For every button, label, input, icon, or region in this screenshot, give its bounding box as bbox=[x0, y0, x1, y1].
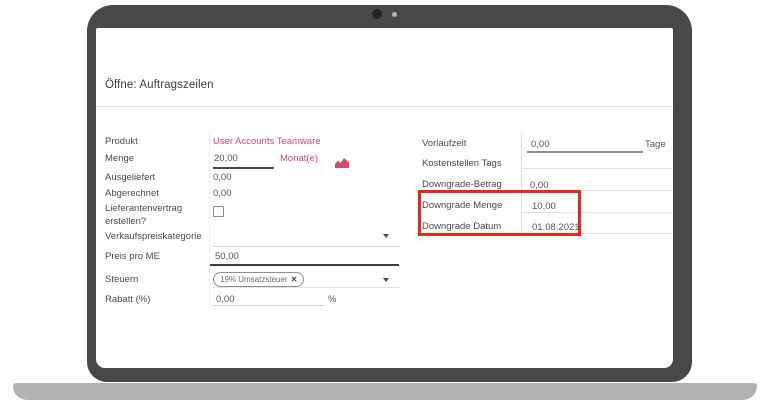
laptop-mockup: Öffne: Auftragszeilen Produkt User Accou… bbox=[0, 0, 770, 402]
webcam-led-icon bbox=[392, 12, 397, 17]
vorlaufzeit-unit: Tage bbox=[645, 139, 666, 151]
vorlaufzeit-underline bbox=[527, 151, 643, 153]
preis-pro-me-input[interactable]: 50,00 bbox=[215, 251, 239, 263]
remove-tag-icon[interactable]: ✕ bbox=[291, 276, 298, 284]
kostenstellen-tags-underline[interactable] bbox=[521, 168, 672, 169]
steuern-label: Steuern bbox=[105, 274, 207, 287]
rabatt-unit: % bbox=[328, 294, 336, 306]
ausgeliefert-value: 0,00 bbox=[213, 172, 232, 184]
steuern-caret-icon[interactable] bbox=[383, 278, 389, 282]
header-divider bbox=[96, 106, 673, 107]
verkaufspreiskategorie-caret-icon[interactable] bbox=[383, 234, 389, 238]
rabatt-underline bbox=[212, 305, 325, 306]
kostenstellen-tags-label: Kostenstellen Tags bbox=[422, 158, 524, 171]
abgerechnet-label: Abgerechnet bbox=[105, 188, 207, 201]
menge-unit-link[interactable]: Monat(e) bbox=[280, 153, 318, 165]
left-group-separator bbox=[209, 132, 210, 309]
preis-pro-me-label: Preis pro ME bbox=[105, 251, 207, 264]
vorlaufzeit-label: Vorlaufzeit bbox=[422, 138, 524, 151]
lieferantenvertrag-label: Lieferantenvertrag erstellen? bbox=[105, 203, 207, 228]
webcam-icon bbox=[372, 9, 382, 19]
ausgeliefert-label: Ausgeliefert bbox=[105, 172, 207, 185]
menge-input-underline bbox=[213, 167, 274, 169]
menge-label: Menge bbox=[105, 153, 207, 166]
vorlaufzeit-input[interactable]: 0,00 bbox=[531, 139, 550, 151]
lieferantenvertrag-checkbox[interactable] bbox=[213, 206, 224, 217]
steuern-tag[interactable]: 19% Umsatzsteuer ✕ bbox=[213, 272, 304, 287]
steuern-tag-label: 19% Umsatzsteuer bbox=[220, 275, 288, 284]
area-chart-icon[interactable] bbox=[335, 155, 349, 165]
verkaufspreiskategorie-underline[interactable] bbox=[213, 246, 399, 247]
preis-pro-me-underline bbox=[210, 264, 399, 266]
verkaufspreiskategorie-label: Verkaufspreiskategorie bbox=[105, 231, 207, 244]
steuern-underline bbox=[213, 287, 399, 288]
page-title: Öffne: Auftragszeilen bbox=[105, 79, 214, 91]
rabatt-label: Rabatt (%) bbox=[105, 294, 207, 307]
produkt-link[interactable]: User Accounts Teamware bbox=[213, 136, 321, 148]
produkt-label: Produkt bbox=[105, 136, 207, 149]
menge-input[interactable]: 20,00 bbox=[214, 153, 238, 165]
abgerechnet-value: 0,00 bbox=[213, 188, 232, 200]
highlight-rectangle bbox=[418, 190, 581, 236]
app-window: Öffne: Auftragszeilen Produkt User Accou… bbox=[96, 28, 673, 368]
laptop-base bbox=[13, 383, 757, 400]
